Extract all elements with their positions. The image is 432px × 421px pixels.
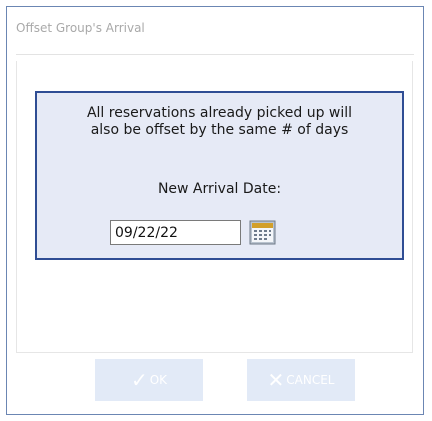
dialog-title: Offset Group's Arrival bbox=[16, 21, 145, 35]
calendar-button[interactable] bbox=[249, 220, 276, 245]
ok-button-label: OK bbox=[149, 373, 168, 387]
new-arrival-date-label: New Arrival Date: bbox=[157, 181, 282, 197]
checkmark-icon: ✓ bbox=[130, 368, 148, 392]
x-icon: ✕ bbox=[267, 368, 285, 392]
offset-message: All reservations already picked up will … bbox=[37, 105, 402, 139]
cancel-button-label: CANCEL bbox=[286, 373, 335, 387]
offset-message-line-2: also be offset by the same # of days bbox=[90, 122, 349, 138]
offset-message-line-1: All reservations already picked up will bbox=[86, 105, 353, 121]
offset-panel: All reservations already picked up will … bbox=[35, 91, 404, 260]
offset-arrival-dialog: Offset Group's Arrival All reservations … bbox=[6, 6, 424, 415]
calendar-icon bbox=[249, 220, 276, 245]
cancel-button[interactable]: ✕ CANCEL bbox=[247, 359, 355, 401]
title-divider bbox=[16, 54, 414, 55]
arrival-date-input[interactable] bbox=[110, 220, 241, 245]
ok-button[interactable]: ✓ OK bbox=[95, 359, 203, 401]
